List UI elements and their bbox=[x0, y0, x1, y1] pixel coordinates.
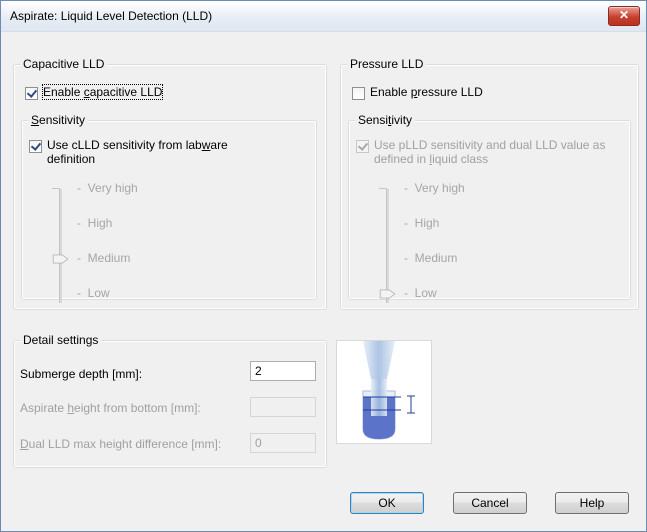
enable-pressure-lld-checkbox[interactable]: Enable pressure LLD bbox=[352, 85, 483, 100]
tip-submerge-diagram bbox=[336, 340, 432, 444]
capacitive-lld-group: Capacitive LLD Enable capacitive LLD Sen… bbox=[13, 57, 327, 310]
capacitive-tick-very-high: - Very high bbox=[77, 181, 138, 195]
capacitive-level-high: High bbox=[87, 216, 113, 230]
pressure-tick-very-high: - Very high bbox=[404, 181, 465, 195]
pressure-tick-medium: - Medium bbox=[404, 251, 458, 265]
close-icon: ✕ bbox=[618, 8, 630, 22]
capacitive-sensitivity-post: ensitivity bbox=[39, 113, 86, 127]
pressure-tick-high: - High bbox=[404, 216, 440, 230]
pressure-sensitivity-group: Sensitivity Use pLLD sensitivity and dua… bbox=[348, 113, 631, 303]
enable-pressure-label[interactable]: Enable pressure LLD bbox=[370, 85, 483, 99]
capacitive-tick-high: - High bbox=[77, 216, 113, 230]
use-labware-label-post: are bbox=[210, 138, 228, 152]
dialog-window: Aspirate: Liquid Level Detection (LLD) ✕… bbox=[0, 0, 647, 532]
pressure-lld-title: Pressure LLD bbox=[347, 57, 427, 71]
capacitive-slider-track bbox=[59, 189, 62, 303]
capacitive-sensitivity-group: Sensitivity Use cLLD sensitivity from la… bbox=[21, 113, 317, 303]
enable-capacitive-label-pre: Enable bbox=[43, 85, 84, 99]
enable-pressure-label-post: ressure LLD bbox=[417, 85, 483, 99]
detail-settings-group: Detail settings Submerge depth [mm]: Asp… bbox=[13, 333, 327, 468]
capacitive-tick-low: - Low bbox=[77, 286, 110, 300]
use-labware-label-line2: definition bbox=[47, 152, 96, 166]
pressure-level-low: Low bbox=[414, 286, 437, 300]
capacitive-tick-medium: - Medium bbox=[77, 251, 131, 265]
dual-lld-label: Dual LLD max height difference [mm]: bbox=[20, 437, 221, 451]
help-button[interactable]: Help bbox=[555, 492, 629, 514]
pressure-tick-low: - Low bbox=[404, 286, 437, 300]
use-liquid-class-label[interactable]: Use pLLD sensitivity and dual LLD value … bbox=[374, 138, 605, 166]
use-labware-check-icon[interactable] bbox=[29, 140, 42, 153]
cancel-button[interactable]: Cancel bbox=[453, 492, 527, 514]
dual-lld-label-accel: D bbox=[20, 437, 29, 451]
use-liquid-class-label-pre: defined in bbox=[374, 152, 430, 166]
dual-lld-label-post: ual LLD max height difference [mm]: bbox=[28, 437, 222, 451]
window-title: Aspirate: Liquid Level Detection (LLD) bbox=[10, 9, 213, 23]
use-liquid-class-checkbox[interactable]: Use pLLD sensitivity and dual LLD value … bbox=[356, 138, 626, 166]
aspirate-height-label-post: eight from bottom [mm]: bbox=[74, 401, 201, 415]
pressure-sensitivity-title: Sensitivity bbox=[355, 113, 416, 127]
enable-capacitive-label[interactable]: Enable capacitive LLD bbox=[41, 84, 164, 100]
pressure-level-high: High bbox=[414, 216, 440, 230]
capacitive-tick-mark-top bbox=[52, 188, 60, 189]
enable-capacitive-label-post: apacitive LLD bbox=[89, 85, 163, 99]
use-liquid-class-check-icon[interactable] bbox=[356, 140, 369, 153]
use-liquid-class-label-line1: Use pLLD sensitivity and dual LLD value … bbox=[374, 138, 606, 152]
capacitive-lld-title: Capacitive LLD bbox=[20, 57, 108, 71]
use-labware-sensitivity-checkbox[interactable]: Use cLLD sensitivity from labware defini… bbox=[29, 138, 299, 166]
pressure-level-very-high: Very high bbox=[414, 181, 465, 195]
pressure-slider-thumb[interactable] bbox=[379, 289, 396, 299]
pressure-lld-group: Pressure LLD Enable pressure LLD Sensiti… bbox=[340, 57, 639, 310]
title-bar[interactable]: Aspirate: Liquid Level Detection (LLD) ✕ bbox=[1, 1, 646, 32]
use-labware-label[interactable]: Use cLLD sensitivity from labware defini… bbox=[47, 138, 228, 166]
capacitive-level-medium: Medium bbox=[87, 251, 131, 265]
pressure-sensitivity-pre: Sensi bbox=[358, 113, 389, 127]
aspirate-height-label-pre: Aspirate bbox=[20, 401, 68, 415]
pressure-slider-track bbox=[386, 189, 389, 303]
dialog-client-area: Capacitive LLD Enable capacitive LLD Sen… bbox=[6, 38, 640, 525]
capacitive-sensitivity-accel: S bbox=[31, 113, 40, 127]
use-labware-label-pre: Use cLLD sensitivity from lab bbox=[47, 138, 202, 152]
detail-settings-title: Detail settings bbox=[20, 333, 102, 347]
tip-diagram-icon bbox=[362, 341, 415, 440]
pressure-sensitivity-post: ivity bbox=[391, 113, 413, 127]
submerge-depth-label: Submerge depth [mm]: bbox=[20, 367, 143, 381]
capacitive-level-very-high: Very high bbox=[87, 181, 138, 195]
enable-capacitive-check-icon[interactable] bbox=[25, 87, 38, 100]
enable-pressure-check-icon[interactable] bbox=[352, 87, 365, 100]
capacitive-sensitivity-title: Sensitivity bbox=[28, 113, 89, 127]
use-liquid-class-label-post: iquid class bbox=[432, 152, 489, 166]
ok-button[interactable]: OK bbox=[350, 492, 424, 514]
pressure-level-medium: Medium bbox=[414, 251, 458, 265]
enable-capacitive-lld-checkbox[interactable]: Enable capacitive LLD bbox=[25, 84, 164, 100]
aspirate-height-input[interactable] bbox=[250, 397, 316, 417]
aspirate-height-label: Aspirate height from bottom [mm]: bbox=[20, 401, 201, 415]
capacitive-slider-thumb[interactable] bbox=[52, 254, 69, 264]
pressure-tick-mark-top bbox=[379, 188, 387, 189]
submerge-depth-input[interactable] bbox=[250, 361, 316, 381]
enable-pressure-label-pre: Enable bbox=[370, 85, 411, 99]
capacitive-level-low: Low bbox=[87, 286, 110, 300]
close-button[interactable]: ✕ bbox=[608, 6, 640, 26]
dual-lld-input[interactable] bbox=[250, 433, 316, 453]
